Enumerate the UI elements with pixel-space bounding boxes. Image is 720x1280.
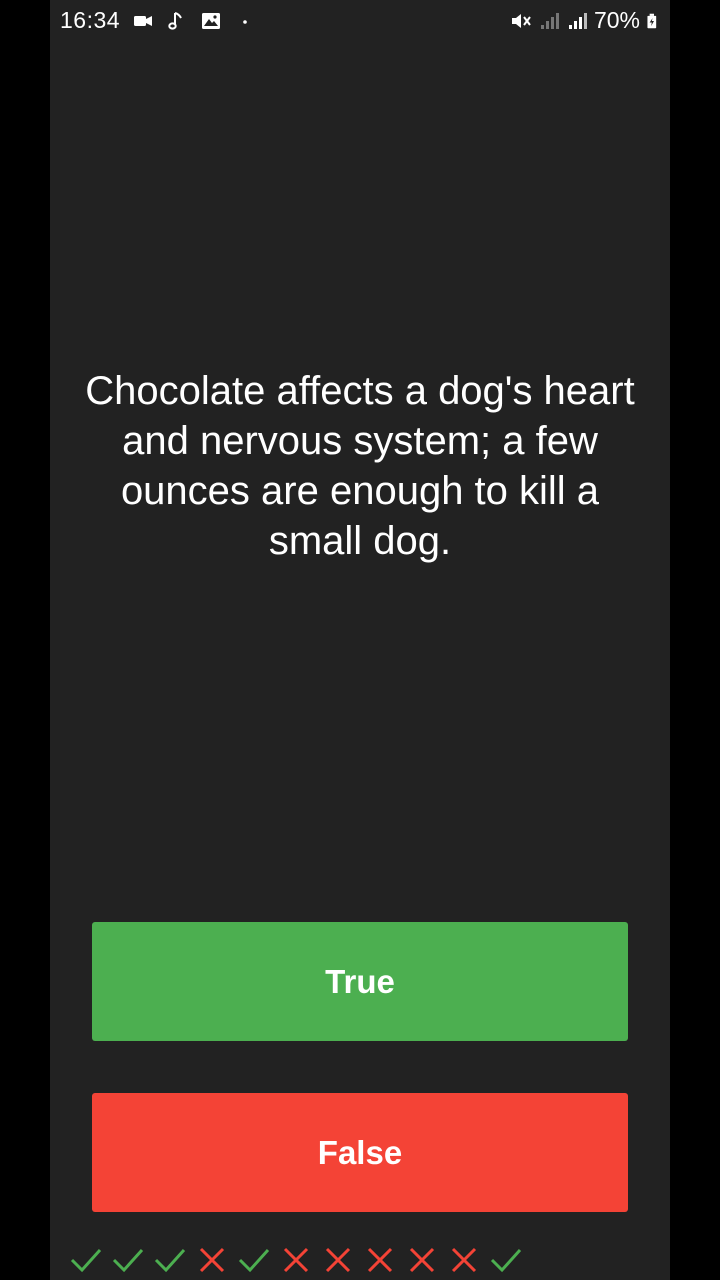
mute-icon <box>511 13 531 28</box>
true-button-label: True <box>325 962 395 1000</box>
check-icon <box>490 1248 522 1273</box>
false-button[interactable]: False <box>92 1093 628 1212</box>
quiz-screen: 16:34 70% Chocolate affects a dog's hear… <box>50 0 670 1280</box>
true-button[interactable]: True <box>92 922 628 1041</box>
status-bar: 16:34 70% <box>50 0 670 40</box>
check-icon <box>154 1248 186 1273</box>
cross-icon <box>367 1247 393 1273</box>
cross-icon <box>409 1247 435 1273</box>
signal-icon-2 <box>568 12 587 29</box>
check-icon <box>238 1248 270 1273</box>
false-button-label: False <box>317 1133 403 1171</box>
cross-icon <box>283 1247 309 1273</box>
music-note-icon <box>168 11 182 30</box>
cross-icon <box>199 1247 225 1273</box>
status-time: 16:34 <box>60 7 121 33</box>
dot-icon <box>243 19 247 24</box>
score-history <box>70 1240 522 1280</box>
image-icon <box>202 12 221 29</box>
question-text: Chocolate affects a dog's heart and nerv… <box>85 369 635 563</box>
battery-icon <box>647 13 657 28</box>
status-right: 70% <box>510 7 662 34</box>
video-camera-icon <box>134 15 153 26</box>
status-left: 16:34 <box>60 7 256 34</box>
cross-icon <box>325 1247 351 1273</box>
battery-percent: 70% <box>593 7 640 33</box>
signal-icon <box>540 12 559 29</box>
check-icon <box>70 1248 102 1273</box>
cross-icon <box>451 1247 477 1273</box>
check-icon <box>112 1248 144 1273</box>
